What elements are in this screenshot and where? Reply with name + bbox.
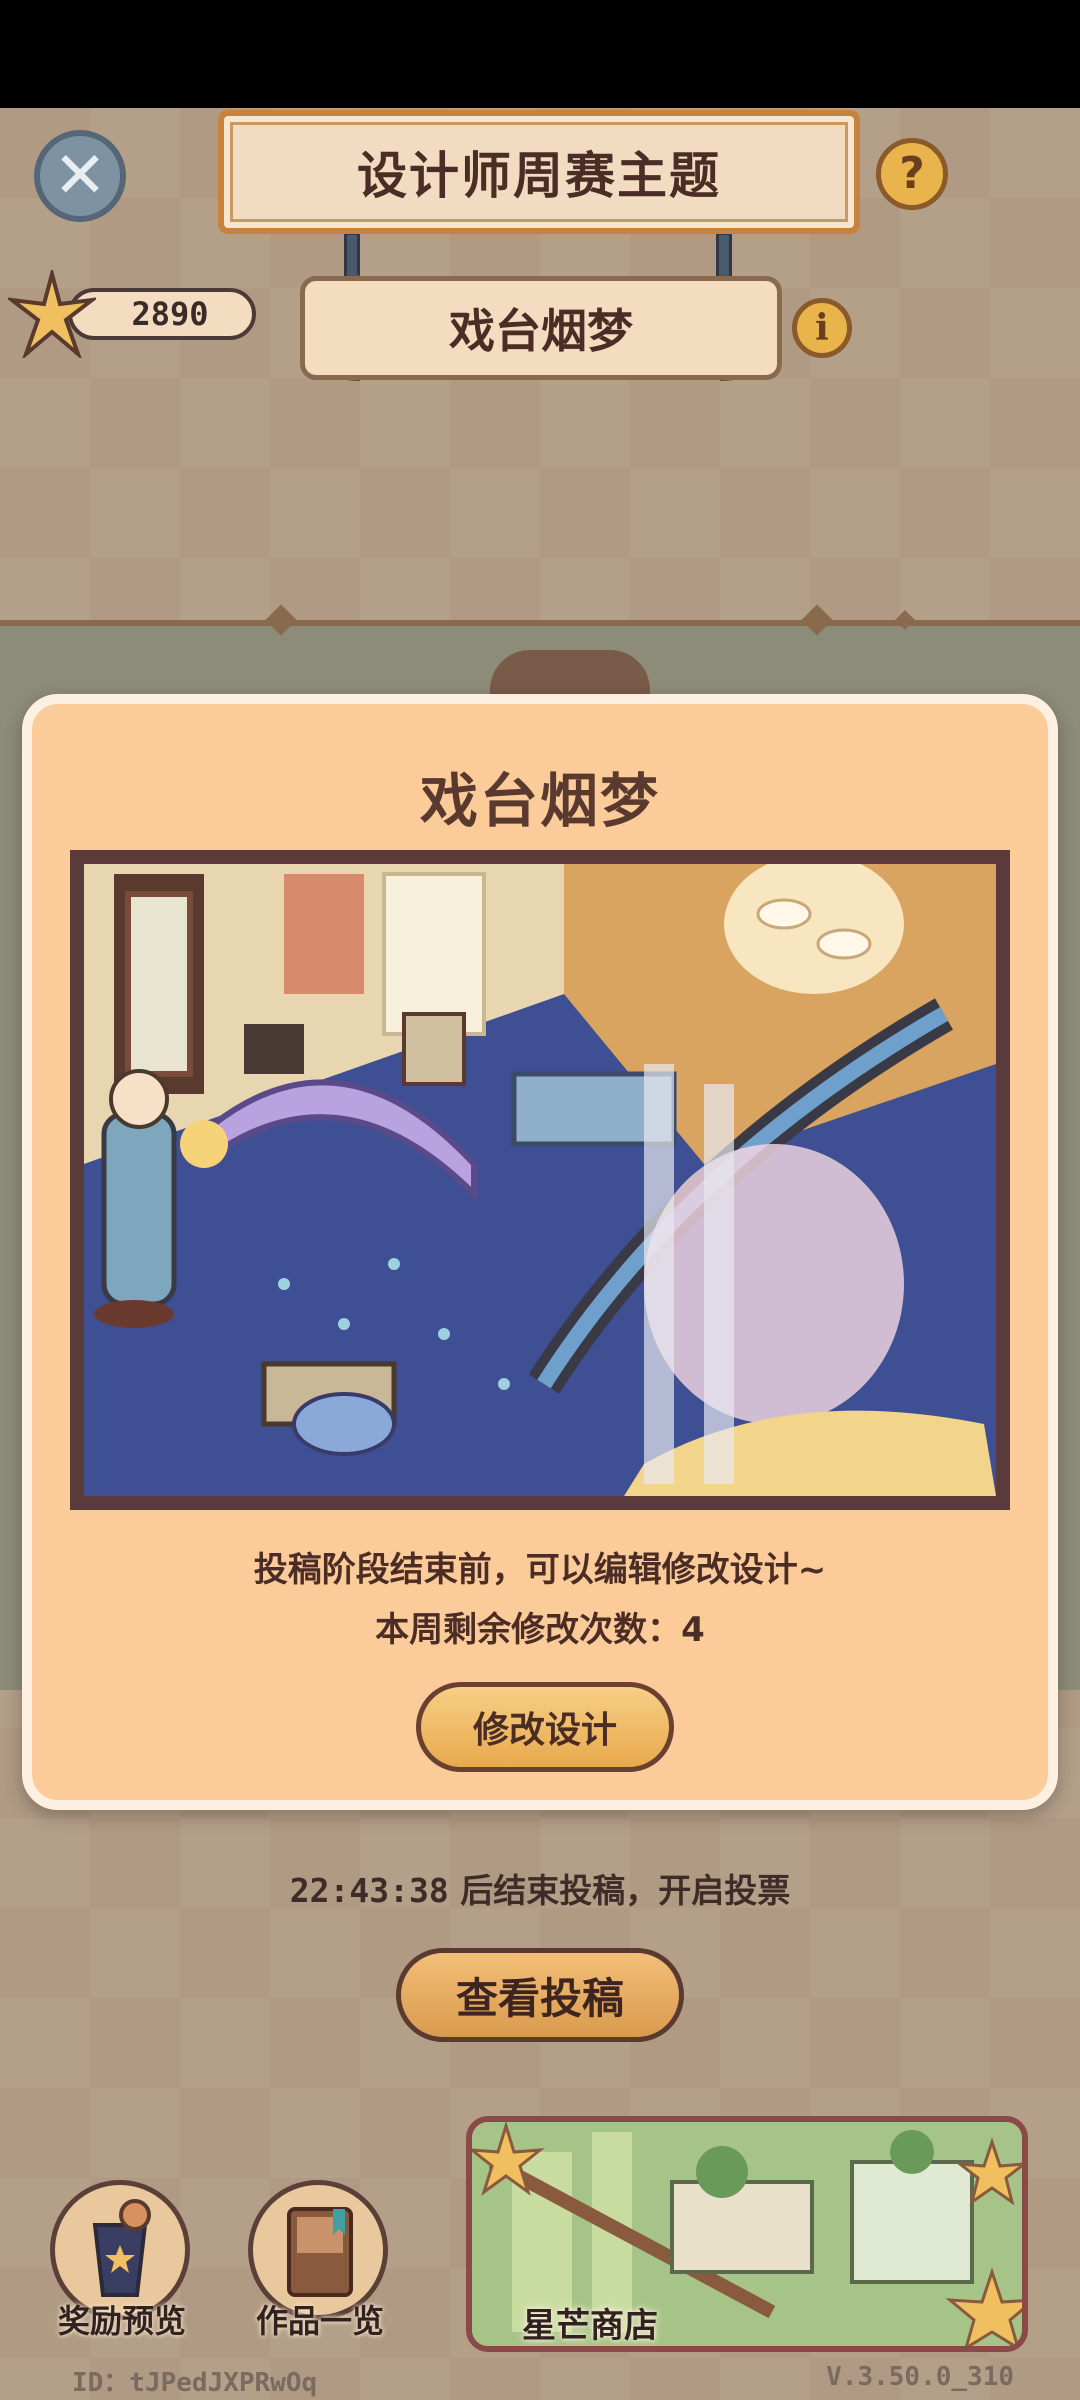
view-submissions-button[interactable]: 查看投稿 [396,1948,684,2042]
question-mark-icon: ? [899,148,925,199]
star-count: 2890 [68,288,256,340]
remaining-edits: 本周剩余修改次数：4 [375,1610,705,1650]
star-shop-button[interactable]: 星芒商店 [466,2116,1028,2352]
countdown-time: 22:43:38 [289,1871,449,1910]
theme-name-plaque: 戏台烟梦 [300,276,782,380]
theme-name: 戏台烟梦 [449,304,633,358]
edit-design-button[interactable]: 修改设计 [416,1682,674,1772]
help-button[interactable]: ? [876,138,948,210]
modal-title: 戏台烟梦 [419,767,660,835]
rewards-preview-button[interactable]: 奖励预览 [42,2180,192,2340]
info-button[interactable]: i [792,298,852,358]
works-overview-button[interactable]: 作品一览 [240,2180,390,2340]
status-bar [0,0,1080,108]
edit-description: 投稿阶段结束前，可以编辑修改设计~ [253,1550,827,1590]
close-icon: ✕ [53,139,107,213]
submission-countdown: 22:43:38 后结束投稿，开启投票 [0,1864,1080,1912]
app-version: V.3.50.0_310 [826,2362,1014,2392]
rewards-preview-label: 奖励预览 [57,2302,186,2340]
countdown-text: 后结束投稿，开启投票 [460,1871,791,1910]
close-button[interactable]: ✕ [34,130,126,222]
works-overview-label: 作品一览 [255,2302,384,2340]
page-title: 设计师周赛主题 [357,147,721,205]
theme-detail-modal: 戏台烟梦 投稿阶段结束前，可以编辑修改设计~ 本周剩余修改次数：4 修改设计 [22,694,1058,1810]
design-preview-image [84,864,996,1496]
design-preview-frame [70,850,1010,1510]
star-icon [8,270,96,358]
user-id: ID：tJPedJXPRwOq [72,2368,318,2398]
star-shop-label: 星芒商店 [522,2306,658,2346]
info-icon: i [815,307,829,349]
page-title-plaque: 设计师周赛主题 [218,110,860,234]
